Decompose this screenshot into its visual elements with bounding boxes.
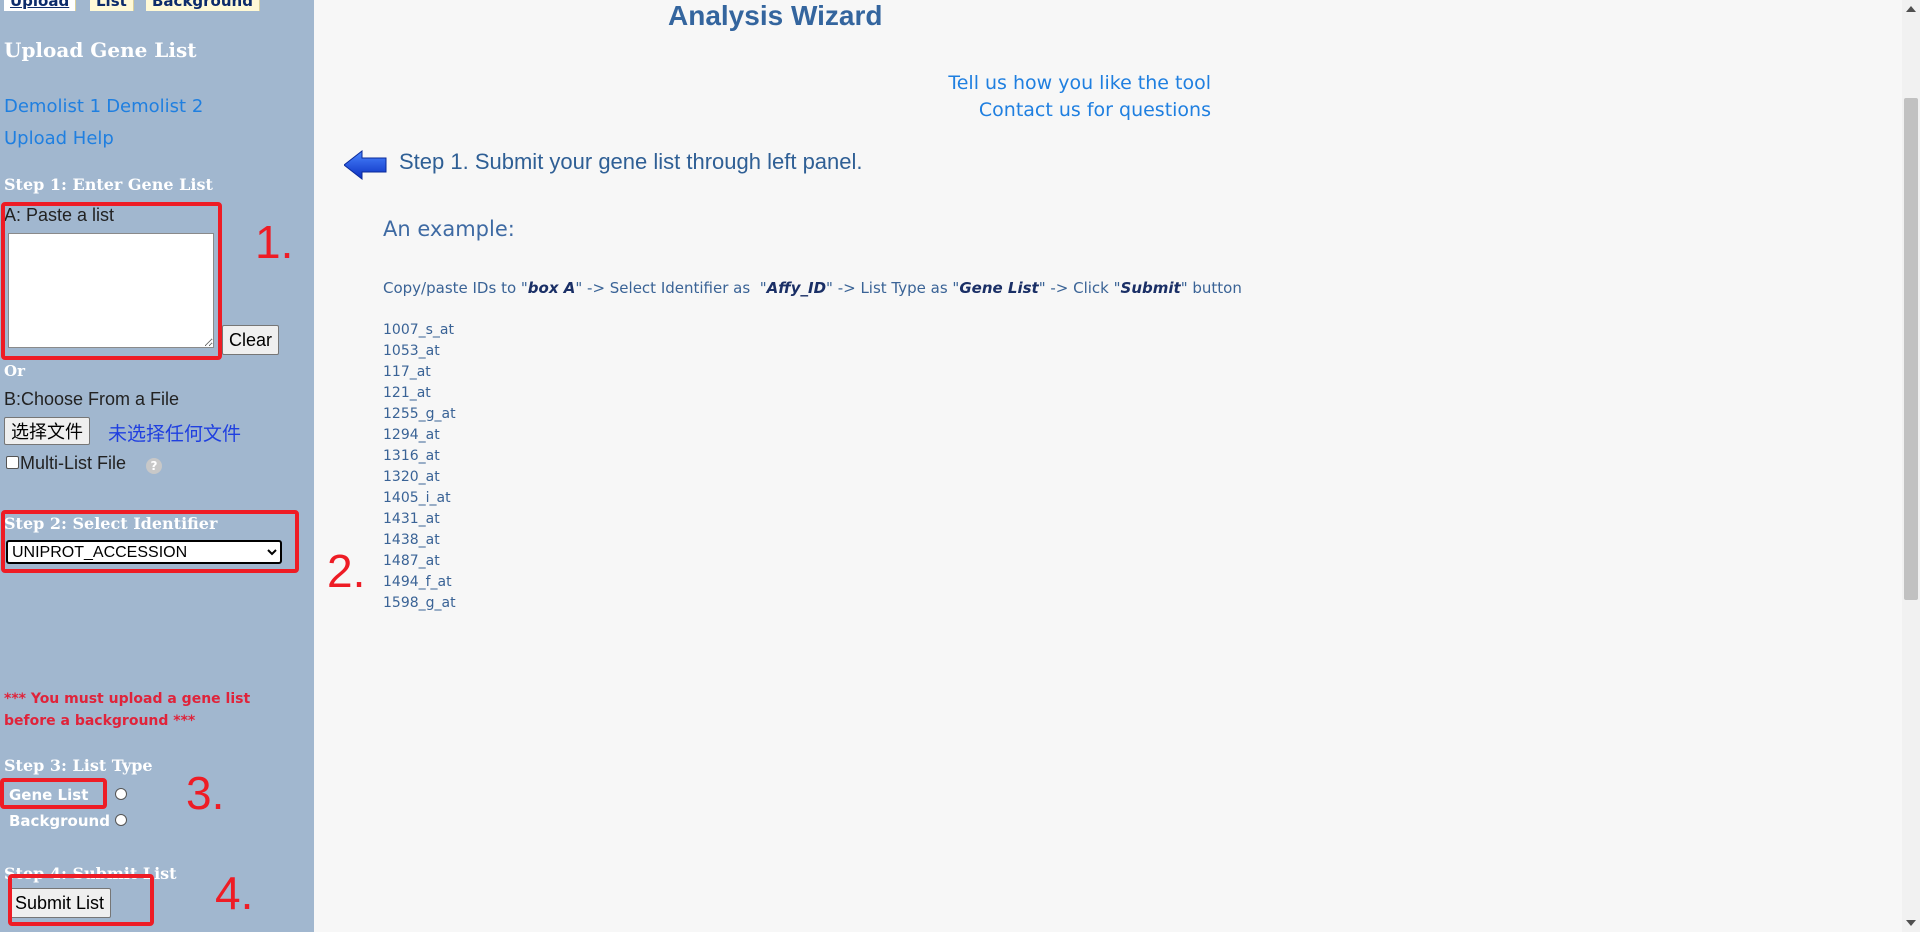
example-id: 1007_s_at bbox=[383, 322, 454, 338]
gene-list-radio[interactable] bbox=[115, 788, 127, 800]
scroll-up-icon[interactable] bbox=[1906, 6, 1916, 12]
demolist-1-link[interactable]: Demolist 1 bbox=[4, 96, 101, 117]
example-title: An example: bbox=[383, 217, 515, 241]
instr-text-2: " -> Select Identifier as " bbox=[575, 279, 767, 297]
annotation-box-4 bbox=[8, 874, 154, 926]
example-id: 1487_at bbox=[383, 553, 440, 569]
background-radio[interactable] bbox=[115, 814, 127, 826]
instr-text-1: Copy/paste IDs to " bbox=[383, 279, 528, 297]
clear-button[interactable]: Clear bbox=[222, 325, 280, 355]
background-radio-label: Background bbox=[9, 812, 110, 830]
example-id: 1316_at bbox=[383, 448, 440, 464]
upload-warning: *** You must upload a gene list before a… bbox=[4, 691, 251, 729]
multi-list-label: Multi-List File bbox=[20, 453, 127, 473]
instr-text-4: " -> Click " bbox=[1038, 279, 1121, 297]
instr-text-5: " button bbox=[1180, 279, 1242, 297]
example-id: 1255_g_at bbox=[383, 406, 456, 422]
instr-gene-list: Gene List bbox=[959, 279, 1039, 297]
example-id: 1494_f_at bbox=[383, 574, 452, 590]
page-title: Analysis Wizard bbox=[668, 0, 883, 31]
annotation-box-1 bbox=[1, 202, 222, 360]
choose-file-button[interactable]: 选择文件 bbox=[4, 417, 90, 445]
tab-background[interactable]: Background bbox=[146, 0, 260, 11]
example-id: 117_at bbox=[383, 364, 431, 380]
step1-instruction: Step 1. Submit your gene list through le… bbox=[399, 149, 863, 174]
example-id-list: 1007_s_at 1053_at 117_at 121_at 1255_g_a… bbox=[383, 320, 456, 614]
example-id: 1053_at bbox=[383, 343, 440, 359]
step3-heading: Step 3: List Type bbox=[4, 756, 153, 775]
tab-upload[interactable]: Upload bbox=[4, 0, 77, 11]
vertical-scrollbar[interactable] bbox=[1902, 0, 1920, 932]
or-label: Or bbox=[4, 362, 25, 380]
example-id: 1438_at bbox=[383, 532, 440, 548]
annotation-number-2: 2. bbox=[327, 545, 366, 597]
instr-affy-id: Affy_ID bbox=[766, 279, 827, 297]
help-question-icon[interactable]: ? bbox=[146, 458, 162, 474]
contact-link[interactable]: Contact us for questions bbox=[979, 99, 1211, 121]
instr-text-3: " -> List Type as " bbox=[826, 279, 960, 297]
scroll-down-icon[interactable] bbox=[1906, 920, 1916, 926]
no-file-chosen-text: 未选择任何文件 bbox=[108, 423, 242, 445]
example-instructions: Copy/paste IDs to "box A" -> Select Iden… bbox=[383, 279, 1242, 297]
annotation-number-3: 3. bbox=[186, 767, 225, 819]
demo-links: Demolist 1 Demolist 2 bbox=[4, 96, 203, 117]
annotation-box-2 bbox=[1, 510, 299, 573]
scrollbar-thumb[interactable] bbox=[1904, 98, 1918, 600]
annotation-number-1: 1. bbox=[255, 216, 294, 268]
annotation-number-4: 4. bbox=[215, 867, 254, 919]
example-id: 1431_at bbox=[383, 511, 440, 527]
choose-file-label: B:Choose From a File bbox=[4, 389, 180, 409]
left-arrow-icon bbox=[343, 149, 388, 184]
sidebar-title: Upload Gene List bbox=[4, 38, 197, 62]
instr-box-a: box A bbox=[527, 279, 576, 297]
example-id: 121_at bbox=[383, 385, 431, 401]
example-id: 1294_at bbox=[383, 427, 440, 443]
instr-submit: Submit bbox=[1120, 279, 1181, 297]
example-id: 1405_i_at bbox=[383, 490, 451, 506]
upload-help-link[interactable]: Upload Help bbox=[4, 128, 114, 149]
annotation-box-3 bbox=[0, 778, 107, 809]
feedback-link[interactable]: Tell us how you like the tool bbox=[948, 72, 1211, 94]
tab-list[interactable]: List bbox=[90, 0, 134, 11]
demolist-2-link[interactable]: Demolist 2 bbox=[106, 96, 203, 117]
step1-heading: Step 1: Enter Gene List bbox=[4, 175, 213, 194]
multi-list-checkbox[interactable] bbox=[6, 456, 19, 469]
sidebar-tabs: Upload List Background bbox=[0, 0, 314, 11]
example-id: 1320_at bbox=[383, 469, 440, 485]
example-id: 1598_g_at bbox=[383, 595, 456, 611]
